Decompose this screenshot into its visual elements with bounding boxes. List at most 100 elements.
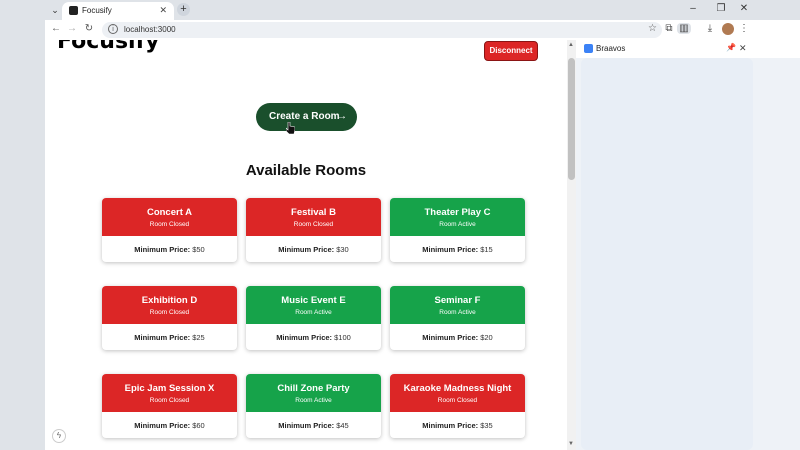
room-status: Room Closed	[149, 397, 190, 404]
price-label: Minimum Price:	[134, 333, 191, 342]
room-name: Chill Zone Party	[277, 383, 350, 394]
room-status: Room Active	[295, 397, 332, 404]
room-card[interactable]: Epic Jam Session X Room Closed Minimum P…	[102, 374, 237, 438]
window-close-icon[interactable]: ✕	[737, 3, 751, 14]
menu-kebab-icon[interactable]: ⋮	[737, 23, 751, 34]
room-status: Room Closed	[437, 397, 478, 404]
room-price: Minimum Price: $30	[246, 245, 381, 254]
create-room-button[interactable]: Create a Room →	[256, 103, 357, 131]
price-value: $50	[192, 245, 205, 254]
profile-avatar[interactable]	[722, 23, 734, 35]
side-panel-title: Braavos	[596, 44, 626, 53]
room-card[interactable]: Exhibition D Room Closed Minimum Price: …	[102, 286, 237, 350]
tab-bar: ⌄ Focusify ✕ + – ❐ ✕	[0, 0, 800, 20]
room-card-header: Seminar F Room Active	[390, 286, 525, 324]
room-card-header: Theater Play C Room Active	[390, 198, 525, 236]
room-card[interactable]: Chill Zone Party Room Active Minimum Pri…	[246, 374, 381, 438]
price-label: Minimum Price:	[276, 333, 333, 342]
price-value: $15	[480, 245, 493, 254]
side-panel-icon[interactable]: ▥	[677, 23, 691, 34]
available-rooms-title: Available Rooms	[245, 162, 367, 179]
room-name: Exhibition D	[141, 295, 198, 306]
room-price: Minimum Price: $35	[390, 421, 525, 430]
room-name: Seminar F	[434, 295, 481, 306]
room-price: Minimum Price: $60	[102, 421, 237, 430]
room-card[interactable]: Karaoke Madness Night Room Closed Minimu…	[390, 374, 525, 438]
room-status: Room Closed	[293, 221, 334, 228]
price-value: $25	[192, 333, 205, 342]
room-name: Music Event E	[281, 295, 346, 306]
room-card[interactable]: Theater Play C Room Active Minimum Price…	[390, 198, 525, 262]
restore-icon[interactable]: ❐	[714, 3, 728, 14]
room-name: Festival B	[291, 207, 336, 218]
scroll-up-icon[interactable]: ▲	[568, 42, 574, 48]
room-card-header: Exhibition D Room Closed	[102, 286, 237, 324]
room-card-header: Karaoke Madness Night Room Closed	[390, 374, 525, 412]
price-value: $45	[336, 421, 349, 430]
price-label: Minimum Price:	[278, 421, 335, 430]
browser-toolbar: ← → ↻ i localhost:3000 ☆ ⧉ ▥ ⤓ ⋮	[45, 20, 800, 40]
price-label: Minimum Price:	[422, 245, 479, 254]
disconnect-button[interactable]: Disconnect	[484, 41, 538, 61]
room-status: Room Closed	[149, 309, 190, 316]
pin-icon[interactable]: 📌	[726, 43, 736, 52]
download-icon[interactable]: ⤓	[703, 23, 717, 34]
tab-favicon-icon	[69, 6, 78, 15]
price-value: $30	[336, 245, 349, 254]
app-logo: Focusify	[57, 40, 160, 54]
create-room-label: Create a Room	[269, 111, 340, 122]
room-card[interactable]: Concert A Room Closed Minimum Price: $50	[102, 198, 237, 262]
room-card-header: Chill Zone Party Room Active	[246, 374, 381, 412]
new-tab-button[interactable]: +	[177, 3, 190, 16]
price-label: Minimum Price:	[278, 245, 335, 254]
side-panel-header: Braavos 📌 ✕	[576, 40, 800, 58]
room-name: Karaoke Madness Night	[403, 383, 512, 394]
site-info-icon[interactable]: i	[108, 24, 118, 34]
room-name: Theater Play C	[424, 207, 491, 218]
room-price: Minimum Price: $20	[390, 333, 525, 342]
room-status: Room Active	[439, 221, 476, 228]
room-card[interactable]: Seminar F Room Active Minimum Price: $20	[390, 286, 525, 350]
side-panel: Braavos 📌 ✕	[576, 40, 800, 450]
side-panel-close-icon[interactable]: ✕	[739, 43, 747, 54]
price-label: Minimum Price:	[134, 245, 191, 254]
room-card[interactable]: Music Event E Room Active Minimum Price:…	[246, 286, 381, 350]
page-scrollbar[interactable]: ▲ ▼	[567, 40, 576, 450]
room-card-header: Festival B Room Closed	[246, 198, 381, 236]
extensions-icon[interactable]: ⧉	[662, 23, 676, 34]
room-price: Minimum Price: $100	[246, 333, 381, 342]
bookmark-star-icon[interactable]: ☆	[648, 23, 657, 34]
room-card-header: Music Event E Room Active	[246, 286, 381, 324]
room-price: Minimum Price: $45	[246, 421, 381, 430]
room-status: Room Active	[439, 309, 476, 316]
scroll-down-icon[interactable]: ▼	[568, 441, 574, 447]
room-status: Room Active	[295, 309, 332, 316]
scroll-thumb[interactable]	[568, 58, 575, 180]
tab-title: Focusify	[82, 6, 112, 15]
side-panel-content	[581, 58, 753, 450]
price-value: $100	[334, 333, 351, 342]
tab-search-icon[interactable]: ⌄	[49, 4, 61, 16]
url-text[interactable]: localhost:3000	[124, 25, 176, 34]
devtools-bolt-icon[interactable]: ϟ	[52, 429, 66, 443]
reload-icon[interactable]: ↻	[82, 23, 96, 34]
browser-tab[interactable]: Focusify ✕	[62, 2, 174, 20]
tab-close-icon[interactable]: ✕	[159, 5, 167, 16]
room-name: Epic Jam Session X	[124, 383, 215, 394]
braavos-icon	[584, 44, 593, 53]
room-card[interactable]: Festival B Room Closed Minimum Price: $3…	[246, 198, 381, 262]
price-value: $35	[480, 421, 493, 430]
price-label: Minimum Price:	[422, 333, 479, 342]
room-status: Room Closed	[149, 221, 190, 228]
minimize-icon[interactable]: –	[686, 3, 700, 14]
room-price: Minimum Price: $25	[102, 333, 237, 342]
room-card-header: Concert A Room Closed	[102, 198, 237, 236]
room-name: Concert A	[146, 207, 193, 218]
room-price: Minimum Price: $15	[390, 245, 525, 254]
address-bar[interactable]: i localhost:3000 ☆	[102, 22, 662, 38]
price-label: Minimum Price:	[134, 421, 191, 430]
room-price: Minimum Price: $50	[102, 245, 237, 254]
price-value: $20	[480, 333, 493, 342]
back-icon[interactable]: ←	[49, 23, 63, 34]
forward-icon[interactable]: →	[65, 23, 79, 34]
